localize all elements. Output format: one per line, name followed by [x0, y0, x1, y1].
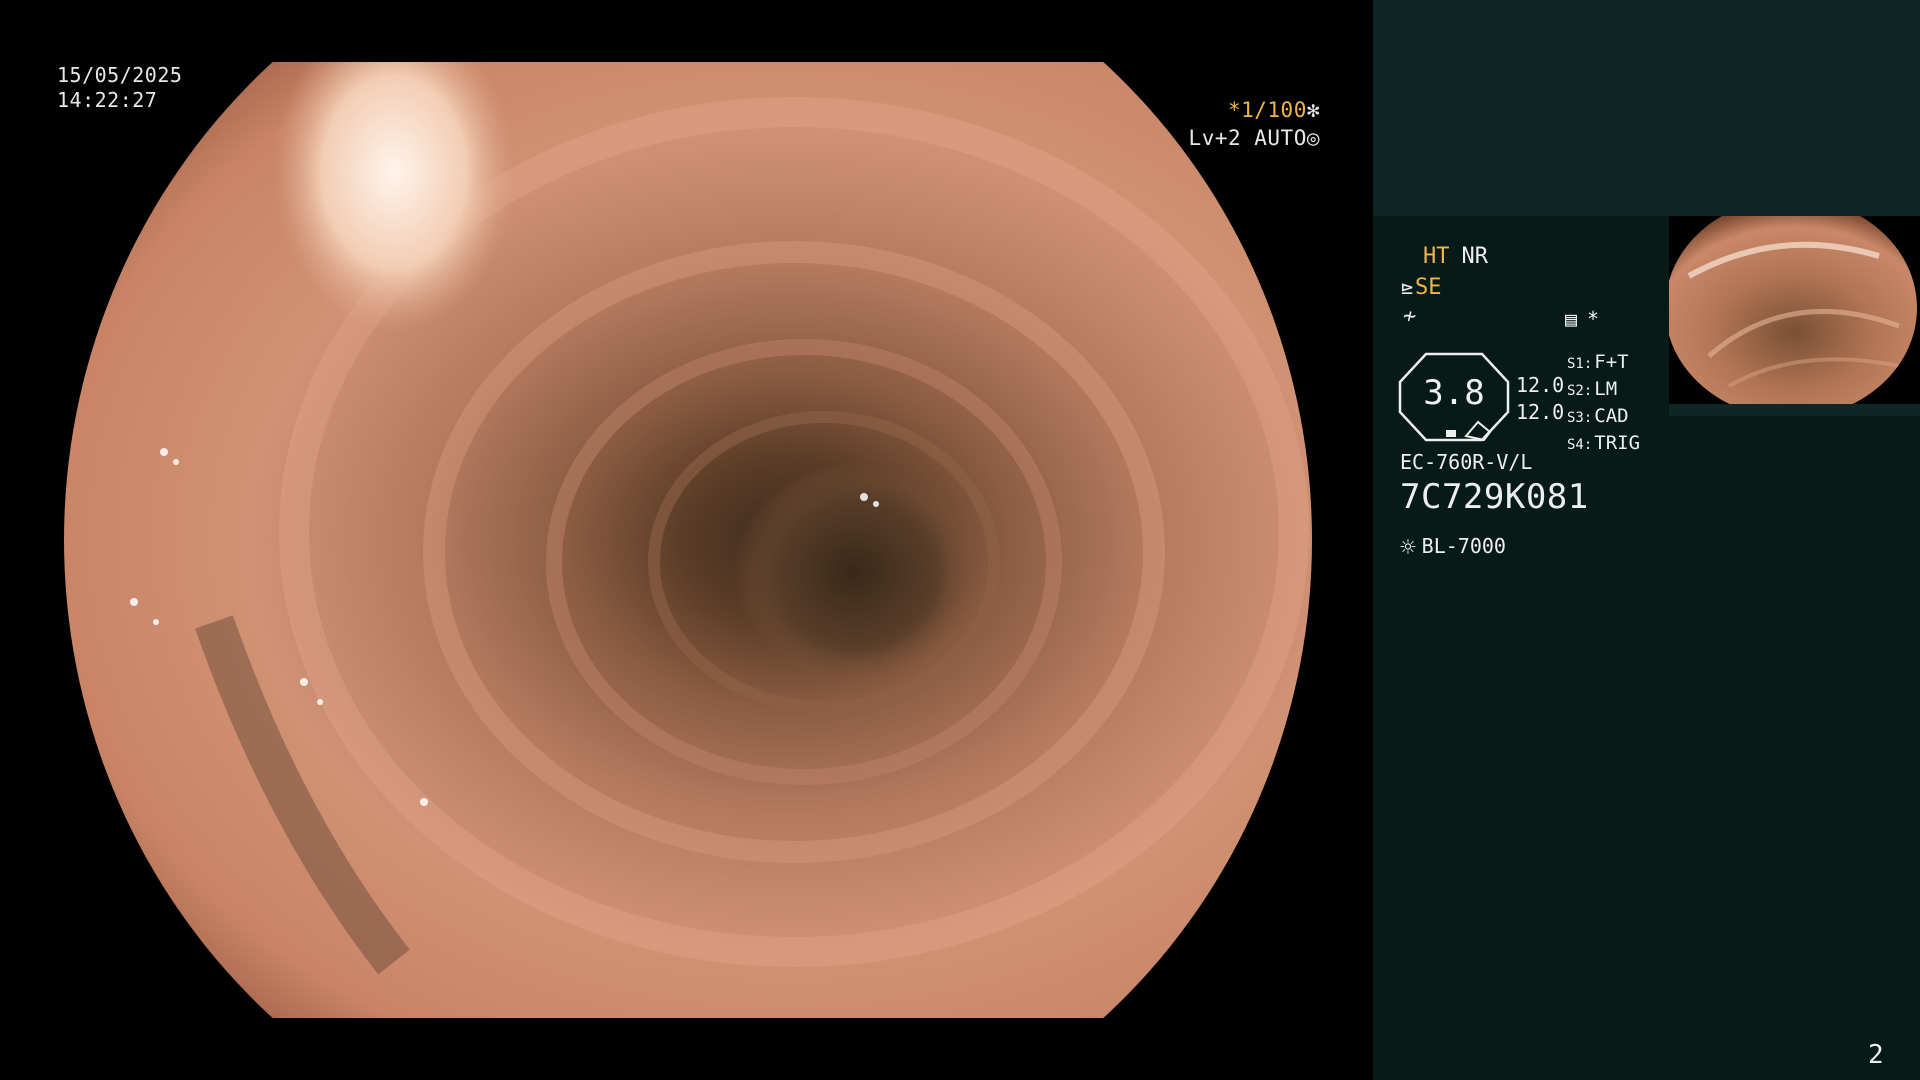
light-source: ☼ BL-7000	[1400, 532, 1506, 562]
brightness-level-value: Lv+2 AUTO	[1188, 126, 1307, 150]
info-panel: HT NR ⊵SE ≁ ▤ * 3.8 12.0 12.0 S1: F+T S2: LM…	[1373, 0, 1920, 1080]
structure-enhance-icon: ⊵	[1401, 275, 1414, 299]
strike-icon: ≁	[1403, 304, 1417, 329]
scope-model: EC-760R-V/L	[1400, 450, 1533, 474]
thumbnail-status-bar	[1669, 404, 1920, 416]
switch-slot: S4: TRIG	[1567, 432, 1641, 454]
structure-enhance: ⊵SE	[1401, 274, 1442, 301]
ht-mode: HT	[1423, 244, 1450, 269]
se-mode: SE	[1415, 275, 1442, 300]
switch-slot: S2: LM	[1567, 378, 1618, 400]
date-time: 15/05/2025 14:22:27	[57, 63, 182, 113]
exam-time: 14:22:27	[57, 88, 158, 112]
captured-thumbnail[interactable]	[1669, 216, 1920, 404]
endoscopy-screen: 15/05/2025 14:22:27 *1/100✻ Lv+2 AUTO◎ H…	[0, 0, 1920, 1080]
iris-icon: ◎	[1306, 126, 1320, 150]
colon-lumen-image	[64, 62, 1312, 1018]
endoscopic-image	[64, 62, 1312, 1018]
switch-assignments: S1: F+T S2: LM S3: CAD S4: TRIG	[1567, 350, 1640, 458]
settings-list-icon: ▤	[1565, 307, 1578, 331]
exam-date: 15/05/2025	[57, 63, 183, 87]
page-number: 2	[1868, 1040, 1884, 1070]
shutter-speed: *1/100✻	[1228, 98, 1320, 123]
panel-header-area	[1373, 0, 1920, 216]
asterisk-indicator: *	[1587, 307, 1600, 331]
enhancement-modes: HT NR	[1423, 244, 1488, 270]
param-value-b: 12.0	[1516, 400, 1565, 424]
zoom-value: 3.8	[1423, 373, 1485, 413]
thumbnail-image	[1669, 216, 1920, 404]
scope-serial: 7C729K081	[1400, 477, 1589, 517]
settings-indicators: ▤ *	[1565, 306, 1599, 332]
param-value-a: 12.0	[1516, 373, 1565, 397]
nr-mode: NR	[1461, 244, 1489, 269]
shutter-speed-value: *1/100	[1227, 98, 1307, 122]
shutter-icon: ✻	[1306, 98, 1320, 122]
switch-slot: S1: F+T	[1567, 351, 1629, 373]
light-source-icon: ☼	[1400, 533, 1416, 563]
brightness-level: Lv+2 AUTO◎	[1189, 126, 1320, 151]
switch-slot: S3: CAD	[1567, 405, 1629, 427]
light-source-model: BL-7000	[1421, 534, 1506, 558]
